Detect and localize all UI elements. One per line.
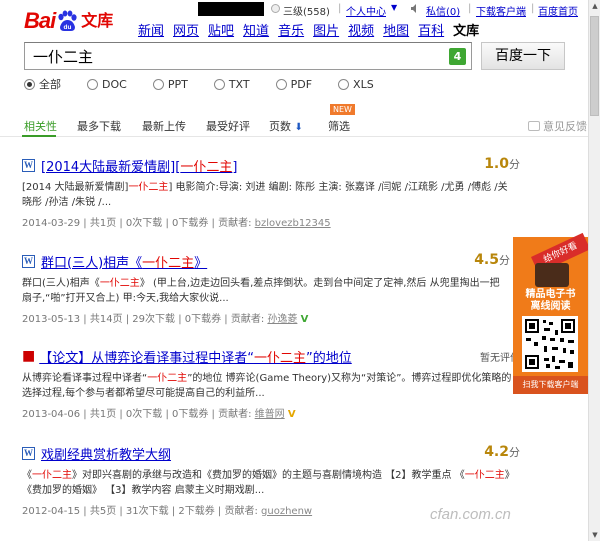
result-title-link[interactable]: 【论文】从博弈论看译事过程中译者“一仆二主”的地位 [39, 347, 352, 366]
tab-pages[interactable]: 页数 ⬇ [269, 118, 303, 134]
filter-doc[interactable]: DOC [87, 78, 127, 91]
radio-icon[interactable] [338, 78, 350, 90]
result-title-link[interactable]: 戏剧经典赏析教学大纲 [41, 444, 171, 463]
nav-music[interactable]: 音乐 [278, 20, 304, 39]
paw-icon: du [58, 10, 77, 31]
result-item: W 群口(三人)相声《一仆二主》 4.5分 群口(三人)相声《一仆二主》 (甲上… [22, 252, 520, 325]
uploader-link[interactable]: guozhenw [261, 506, 312, 517]
nav-web[interactable]: 网页 [173, 20, 199, 39]
radio-icon[interactable] [87, 78, 98, 90]
feedback-link[interactable]: 意见反馈 [528, 118, 587, 134]
result-snippet: 群口(三人)相声《一仆二主》 (甲上台,边走边回头看,差点摔倒状。走到台中间定了… [22, 278, 500, 304]
suggestion-count-badge[interactable]: 4 [449, 48, 466, 65]
tab-relevance[interactable]: 相关性 [24, 118, 57, 134]
nav-images[interactable]: 图片 [313, 20, 339, 39]
result-snippet: 从博弈论看译事过程中译者“一仆二主”的地位 博弈论(Game Theory)又称… [22, 373, 512, 399]
word-doc-icon: W [22, 446, 35, 460]
nav-baike[interactable]: 百科 [418, 20, 444, 39]
verified-v-icon: V [300, 313, 309, 325]
vertical-scrollbar[interactable]: ▲ ▼ [588, 0, 600, 541]
baidu-wenku-logo[interactable]: Bai du 文库 [24, 6, 113, 34]
pdf-doc-icon: ■ [22, 348, 36, 364]
nav-news[interactable]: 新闻 [138, 20, 164, 39]
bag-icon [535, 263, 569, 287]
qr-code-icon [522, 316, 578, 372]
radio-checked-icon[interactable] [24, 78, 35, 90]
scroll-up-icon[interactable]: ▲ [589, 0, 600, 12]
result-title-link[interactable]: [2014大陆最新爱情剧][一仆二主] [41, 156, 237, 175]
word-doc-icon: W [22, 254, 35, 268]
filter-txt[interactable]: TXT [213, 78, 250, 91]
ad-bottom-label: 扫我下载客户端 [513, 376, 588, 394]
tab-most-downloads[interactable]: 最多下载 [77, 118, 121, 134]
rating-score: 1.0分 [484, 156, 520, 172]
level-icon [271, 4, 280, 13]
word-doc-icon: W [22, 158, 35, 172]
uploader-link[interactable]: bzlovezb12345 [255, 218, 331, 229]
rating-score: 4.5分 [474, 252, 510, 268]
search-button[interactable]: 百度一下 [481, 42, 565, 70]
verified-v-icon: V [287, 408, 296, 420]
result-meta: 2013-04-06 | 共1页 | 0次下载 | 0下载券 | 贡献者: 维普… [22, 405, 520, 420]
messages-link[interactable]: 私信(0) [426, 3, 460, 18]
user-level: 三级(558) [283, 7, 330, 18]
filter-pdf[interactable]: PDF [275, 78, 312, 91]
top-nav: 新闻 网页 贴吧 知道 音乐 图片 视频 地图 百科 文库 [138, 20, 488, 39]
ebook-ad-banner[interactable]: 给你好看 精品电子书 离线阅读 扫我下载客户端 [513, 232, 591, 394]
feedback-icon [528, 121, 540, 131]
chevron-down-icon[interactable]: ▼ [391, 3, 397, 12]
result-title-link[interactable]: 群口(三人)相声《一仆二主》 [41, 252, 207, 271]
ad-title: 精品电子书 离线阅读 [525, 289, 576, 312]
result-item: W [2014大陆最新爱情剧][一仆二主] 1.0分 [2014 大陆最新爱情剧… [22, 156, 520, 229]
tab-filter[interactable]: 筛选 [328, 118, 350, 134]
filter-ppt[interactable]: PPT [152, 78, 188, 91]
doc-type-filter: 全部 DOC PPT TXT PDF XLS [24, 76, 400, 92]
nav-video[interactable]: 视频 [348, 20, 374, 39]
search-input[interactable] [25, 43, 445, 69]
rating-score: 4.2分 [484, 444, 520, 460]
active-tab-indicator [22, 135, 56, 137]
radio-icon[interactable] [275, 78, 287, 90]
result-snippet: 《一仆二主》对即兴喜剧的承继与改造和《费加罗的婚姻》的主题与喜剧情境构造 【2】… [22, 470, 510, 496]
scroll-thumb[interactable] [590, 16, 599, 116]
nav-tieba[interactable]: 贴吧 [208, 20, 234, 39]
nav-wenku: 文库 [453, 24, 480, 39]
result-snippet: [2014 大陆最新爱情剧]一仆二主] 电影简介:导演: 刘进 编剧: 陈彤 主… [22, 182, 508, 208]
uploader-link[interactable]: 维普网 [255, 409, 285, 420]
sort-tabs: 相关性 最多下载 最新上传 最受好评 页数 ⬇ NEW 筛选 意见反馈 [0, 104, 588, 137]
new-badge: NEW [330, 104, 355, 115]
watermark: cfan.com.cn [430, 506, 511, 523]
download-client-link[interactable]: 下载客户端 [476, 3, 526, 18]
radio-icon[interactable] [152, 78, 164, 90]
radio-icon[interactable] [213, 78, 225, 90]
result-item: ■ 【论文】从博弈论看译事过程中译者“一仆二主”的地位 暂无评价 从博弈论看译事… [22, 347, 520, 420]
speaker-icon[interactable] [410, 3, 420, 14]
svg-text:du: du [64, 24, 72, 31]
result-meta: 2013-05-13 | 共14页 | 29次下载 | 0下载券 | 贡献者: … [22, 310, 520, 325]
filter-xls[interactable]: XLS [338, 78, 374, 91]
arrow-down-icon: ⬇ [294, 122, 303, 133]
personal-center-link[interactable]: 个人中心 [346, 3, 386, 18]
scroll-down-icon[interactable]: ▼ [589, 529, 600, 541]
filter-all[interactable]: 全部 [24, 76, 61, 92]
tab-best-rated[interactable]: 最受好评 [206, 118, 250, 134]
nav-map[interactable]: 地图 [383, 20, 409, 39]
baidu-home-link[interactable]: 百度首页 [538, 3, 578, 18]
nav-zhidao[interactable]: 知道 [243, 20, 269, 39]
username-redacted[interactable] [198, 2, 264, 16]
uploader-link[interactable]: 孙逸菱 [267, 314, 297, 325]
search-box: 4 [24, 42, 472, 70]
tab-newest[interactable]: 最新上传 [142, 118, 186, 134]
result-meta: 2014-03-29 | 共1页 | 0次下载 | 0下载券 | 贡献者: bz… [22, 218, 331, 229]
